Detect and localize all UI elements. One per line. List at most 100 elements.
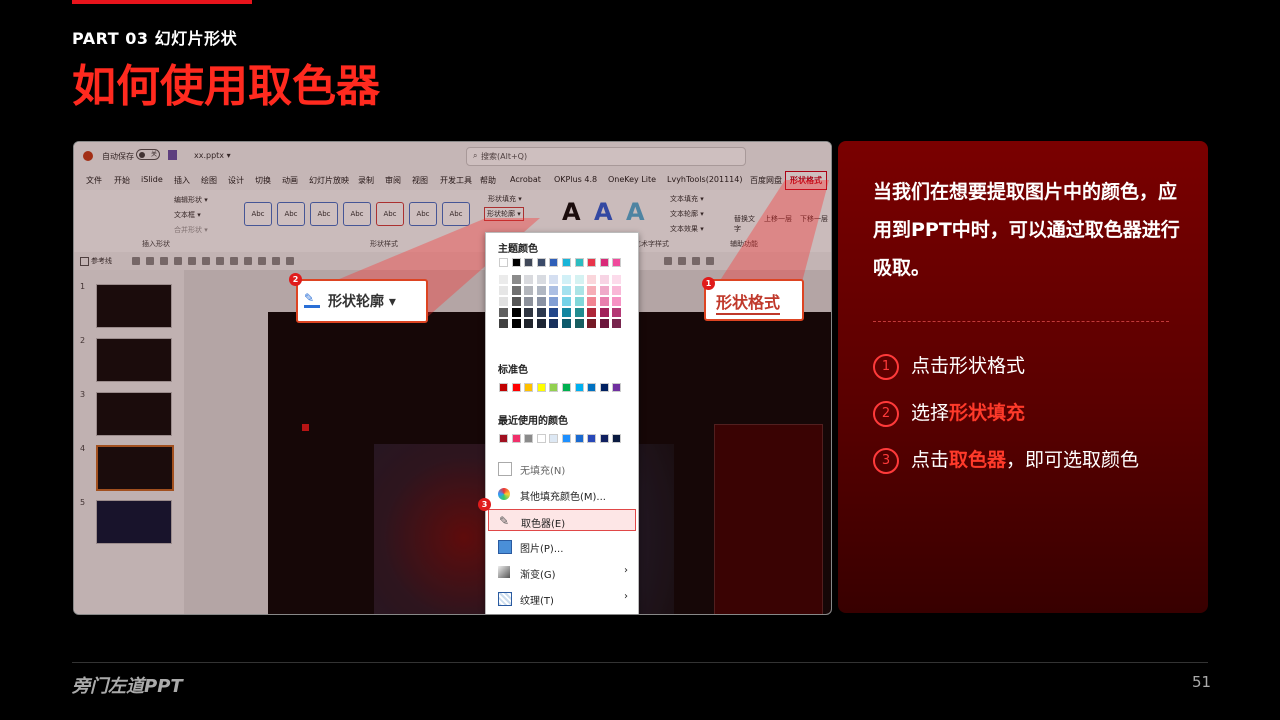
color-swatch[interactable] — [511, 275, 521, 284]
chevron-right-icon: › — [624, 565, 628, 576]
footer-divider — [72, 662, 1208, 663]
color-swatch[interactable] — [549, 308, 559, 317]
color-swatch[interactable] — [524, 297, 534, 306]
color-swatch[interactable] — [511, 258, 521, 267]
color-swatch[interactable] — [562, 319, 571, 328]
color-swatch[interactable] — [587, 383, 597, 392]
explanation-panel: 当我们在想要提取图片中的颜色，应用到PPT中时，可以通过取色器进行吸取。 1 点击… — [838, 141, 1208, 613]
color-swatch[interactable] — [612, 308, 622, 317]
color-swatch[interactable] — [536, 286, 546, 295]
menu-gradient[interactable]: 渐变(G) › — [488, 561, 636, 583]
color-swatch[interactable] — [587, 434, 597, 443]
color-swatch[interactable] — [499, 383, 508, 392]
color-swatch[interactable] — [574, 275, 584, 284]
color-swatch[interactable] — [612, 297, 622, 306]
color-swatch[interactable] — [524, 383, 534, 392]
color-swatch[interactable] — [587, 275, 597, 284]
powerpoint-screenshot: 自动保存 关 xx.pptx ▾ ⌕ 搜索(Alt+Q) 文件 开始 iSlid… — [73, 141, 832, 615]
menu-texture[interactable]: 纹理(T) › — [488, 587, 636, 609]
color-swatch[interactable] — [574, 297, 584, 306]
menu-more-colors[interactable]: 其他填充颜色(M)... — [488, 483, 636, 505]
color-swatch[interactable] — [587, 308, 597, 317]
color-swatch[interactable] — [536, 434, 546, 443]
menu-eyedropper[interactable]: ✎ 取色器(E) — [488, 509, 636, 531]
color-swatch[interactable] — [499, 434, 508, 443]
color-swatch[interactable] — [499, 275, 508, 284]
color-swatch[interactable] — [524, 308, 534, 317]
color-swatch[interactable] — [612, 275, 622, 284]
color-swatch[interactable] — [499, 258, 508, 267]
color-swatch[interactable] — [511, 383, 521, 392]
color-swatch[interactable] — [511, 286, 521, 295]
color-swatch[interactable] — [549, 258, 559, 267]
color-swatch[interactable] — [612, 319, 622, 328]
color-swatch[interactable] — [511, 434, 521, 443]
color-swatch[interactable] — [524, 258, 534, 267]
color-swatch[interactable] — [599, 258, 609, 267]
color-swatch[interactable] — [612, 383, 622, 392]
color-swatch[interactable] — [536, 308, 546, 317]
color-swatch[interactable] — [599, 319, 609, 328]
color-swatch[interactable] — [562, 275, 571, 284]
color-swatch[interactable] — [511, 297, 521, 306]
color-swatch[interactable] — [599, 275, 609, 284]
color-swatch[interactable] — [524, 286, 534, 295]
color-swatch[interactable] — [536, 275, 546, 284]
color-swatch[interactable] — [562, 434, 571, 443]
color-swatch[interactable] — [549, 383, 559, 392]
color-swatch[interactable] — [549, 297, 559, 306]
step-badge: 2 — [289, 273, 302, 286]
color-swatch[interactable] — [549, 286, 559, 295]
color-swatch[interactable] — [511, 319, 521, 328]
step-3: 3 点击取色器，即可选取颜色 — [873, 445, 1139, 474]
color-swatch[interactable] — [599, 434, 609, 443]
color-swatch[interactable] — [562, 258, 571, 267]
color-swatch[interactable] — [587, 297, 597, 306]
color-swatch[interactable] — [599, 308, 609, 317]
color-swatch[interactable] — [524, 319, 534, 328]
menu-no-fill[interactable]: 无填充(N) — [488, 457, 636, 479]
step-number: 3 — [873, 447, 899, 474]
color-swatch[interactable] — [574, 319, 584, 328]
color-swatch[interactable] — [574, 258, 584, 267]
highlight-beams — [296, 180, 829, 320]
color-swatch[interactable] — [536, 258, 546, 267]
eyedropper-icon: ✎ — [499, 514, 510, 528]
color-swatch[interactable] — [499, 308, 508, 317]
color-swatch[interactable] — [599, 383, 609, 392]
color-swatch[interactable] — [599, 286, 609, 295]
color-swatch[interactable] — [562, 286, 571, 295]
color-swatch[interactable] — [536, 297, 546, 306]
page-title: 如何使用取色器 — [72, 61, 380, 112]
menu-picture[interactable]: 图片(P)... — [488, 535, 636, 557]
color-swatch[interactable] — [574, 383, 584, 392]
color-swatch[interactable] — [612, 286, 622, 295]
step-1: 1 点击形状格式 — [873, 351, 1025, 380]
picture-icon — [498, 540, 512, 554]
color-swatch[interactable] — [574, 286, 584, 295]
chevron-right-icon: › — [624, 591, 628, 602]
color-swatch[interactable] — [549, 319, 559, 328]
step-number: 2 — [873, 400, 899, 427]
color-swatch[interactable] — [612, 258, 622, 267]
color-swatch[interactable] — [536, 319, 546, 328]
color-swatch[interactable] — [499, 286, 508, 295]
color-swatch[interactable] — [524, 434, 534, 443]
color-swatch[interactable] — [587, 286, 597, 295]
color-swatch[interactable] — [587, 258, 597, 267]
color-swatch[interactable] — [511, 308, 521, 317]
color-swatch[interactable] — [574, 308, 584, 317]
color-swatch[interactable] — [499, 297, 508, 306]
color-swatch[interactable] — [574, 434, 584, 443]
color-swatch[interactable] — [562, 383, 571, 392]
color-swatch[interactable] — [549, 275, 559, 284]
color-swatch[interactable] — [499, 319, 508, 328]
color-swatch[interactable] — [562, 297, 571, 306]
color-swatch[interactable] — [549, 434, 559, 443]
color-swatch[interactable] — [524, 275, 534, 284]
color-swatch[interactable] — [612, 434, 622, 443]
color-swatch[interactable] — [562, 308, 571, 317]
color-swatch[interactable] — [599, 297, 609, 306]
color-swatch[interactable] — [587, 319, 597, 328]
color-swatch[interactable] — [536, 383, 546, 392]
